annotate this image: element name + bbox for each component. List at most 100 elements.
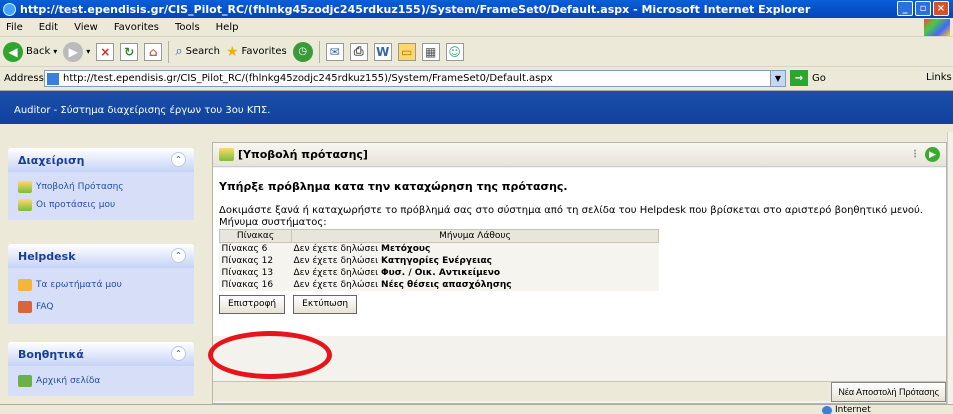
button-row: Επιστροφή Εκτύπωση <box>219 294 946 314</box>
table-row: Πίνακας 6 Δεν έχετε δηλώσει Μετόχους <box>220 243 659 255</box>
back-button[interactable]: ◀ Back ▾ <box>3 41 58 62</box>
panel-title: Helpdesk <box>18 249 76 263</box>
chevron-down-icon: ▾ <box>86 47 91 56</box>
research-icon[interactable]: ▦ <box>421 42 440 61</box>
search-icon: ⌕ <box>175 44 183 59</box>
panel-body: Αρχική σελίδα <box>8 366 194 396</box>
menu-view[interactable]: View <box>74 22 98 33</box>
table-cell: Πίνακας 16 <box>221 279 274 290</box>
go-label: Go <box>812 72 826 84</box>
messenger-icon[interactable]: ☺ <box>445 42 464 61</box>
print-icon[interactable]: ⎙ <box>349 42 368 61</box>
table-cell: Δεν έχετε δηλώσει Μετόχους <box>292 243 659 255</box>
menu-bar: File Edit View Favorites Tools Help <box>0 18 953 37</box>
home-page-icon <box>18 375 32 387</box>
error-item: Φυσ. / Οικ. Αντικείμενο <box>381 267 501 278</box>
refresh-icon[interactable]: ↻ <box>120 42 139 61</box>
error-prefix: Δεν έχετε δηλώσει <box>293 279 382 290</box>
forward-nav-icon[interactable]: ▶ <box>925 147 940 162</box>
globe-icon <box>822 405 832 414</box>
table-cell: Δεν έχετε δηλώσει Φυσ. / Οικ. Αντικείμεν… <box>292 267 659 279</box>
forward-arrow-icon: ▶ <box>63 41 84 62</box>
search-button[interactable]: ⌕ Search <box>175 44 220 59</box>
question-icon <box>18 279 32 291</box>
main-title: [Υποβολή πρότασης] <box>238 148 368 161</box>
stop-icon[interactable]: × <box>96 42 115 61</box>
sidebar: Διαχείριση ⌃ Υποβολή Πρότασης Οι προτάσε… <box>0 132 205 402</box>
print-button[interactable]: Εκτύπωση <box>293 294 358 314</box>
status-bar: Internet <box>0 404 953 414</box>
sidebar-item-faq[interactable]: FAQ <box>18 296 194 318</box>
table-header: Μήνυμα Λάθους <box>291 229 659 243</box>
app-header-text: Auditor - Σύστημα διαχείρισης έργων του … <box>14 105 271 116</box>
panel-header[interactable]: Βοηθητικά ⌃ <box>8 342 194 366</box>
table-header: Πίνακας <box>219 229 292 243</box>
menu-tools[interactable]: Tools <box>175 22 200 33</box>
table-row: Πίνακας 12 Δεν έχετε δηλώσει Κατηγορίες … <box>220 255 659 267</box>
sidebar-item-my-questions[interactable]: Τα ερωτήματά μου <box>18 274 194 296</box>
links-button[interactable]: Links <box>926 72 952 83</box>
sidebar-item-label: Οι προτάσεις μου <box>36 200 116 210</box>
favorites-button[interactable]: ★ Favorites <box>226 44 287 60</box>
chevron-down-icon: ▾ <box>53 47 58 56</box>
panel-helpdesk: Helpdesk ⌃ Τα ερωτήματά μου FAQ <box>8 244 194 324</box>
sidebar-item-label: Τα ερωτήματά μου <box>36 280 122 290</box>
system-message-label: Μήνυμα συστήματος: <box>219 217 327 228</box>
collapse-icon[interactable]: ⌃ <box>171 346 186 361</box>
menu-file[interactable]: File <box>6 22 23 33</box>
error-table: Πίνακας Μήνυμα Λάθους Πίνακας 6 Δεν έχετ… <box>219 229 659 291</box>
sidebar-item-submit-proposal[interactable]: Υποβολή Πρότασης <box>18 178 194 196</box>
sidebar-item-label: Αρχική σελίδα <box>36 376 101 386</box>
menu-favorites[interactable]: Favorites <box>114 22 159 33</box>
error-message: Δοκιμάστε ξανά ή καταχωρήστε το πρόβλημά… <box>219 205 923 216</box>
sidebar-item-home-page[interactable]: Αρχική σελίδα <box>18 372 194 390</box>
forward-button[interactable]: ▶ ▾ <box>63 41 91 62</box>
address-input[interactable]: http://test.ependisis.gr/CIS_Pilot_RC/(f… <box>44 70 786 87</box>
ie-icon <box>3 2 16 16</box>
table-cell: Πίνακας 12 <box>221 255 274 266</box>
sidebar-item-label: Υποβολή Πρότασης <box>36 182 124 192</box>
error-item: Μετόχους <box>381 243 431 254</box>
drag-handle-icon: ⋮ <box>910 149 920 160</box>
menu-help[interactable]: Help <box>216 22 239 33</box>
history-icon[interactable]: ◷ <box>292 41 313 62</box>
table-cell: Δεν έχετε δηλώσει Κατηγορίες Ενέργειας <box>292 255 659 267</box>
collapse-icon[interactable]: ⌃ <box>171 248 186 263</box>
error-prefix: Δεν έχετε δηλώσει <box>293 243 382 254</box>
collapse-icon[interactable]: ⌃ <box>171 152 186 167</box>
go-button[interactable]: → Go <box>790 70 826 86</box>
submit-proposal-icon <box>219 148 234 161</box>
menu-edit[interactable]: Edit <box>39 22 58 33</box>
close-button[interactable]: × <box>933 1 949 16</box>
panel-header[interactable]: Διαχείριση ⌃ <box>8 148 194 172</box>
panel-header[interactable]: Helpdesk ⌃ <box>8 244 194 268</box>
sidebar-item-my-proposals[interactable]: Οι προτάσεις μου <box>18 196 194 214</box>
address-url: http://test.ependisis.gr/CIS_Pilot_RC/(f… <box>63 73 553 84</box>
error-prefix: Δεν έχετε δηλώσει <box>293 255 382 266</box>
panel-auxiliary: Βοηθητικά ⌃ Αρχική σελίδα <box>8 342 194 396</box>
minimize-button[interactable]: _ <box>897 1 913 16</box>
zone-label: Internet <box>835 405 871 414</box>
window-titlebar: http://test.ependisis.gr/CIS_Pilot_RC/(f… <box>0 0 953 18</box>
folder-icon[interactable]: ▭ <box>397 42 416 61</box>
sidebar-item-label: FAQ <box>36 302 54 312</box>
scrollbar[interactable] <box>947 132 953 404</box>
mail-icon[interactable]: ✉ <box>325 42 344 61</box>
app-header: Auditor - Σύστημα διαχείρισης έργων του … <box>0 91 953 132</box>
address-label: Address <box>4 73 44 84</box>
proposals-icon <box>18 199 32 211</box>
maximize-button[interactable]: ▫ <box>915 1 931 16</box>
table-row: Πίνακας 13 Δεν έχετε δηλώσει Φυσ. / Οικ.… <box>220 267 659 279</box>
error-item: Νέες θέσεις απασχόλησης <box>381 279 512 290</box>
edit-icon[interactable]: W <box>373 42 392 61</box>
table-cell: Πίνακας 6 <box>221 243 268 254</box>
home-icon[interactable]: ⌂ <box>144 42 163 61</box>
table-row: Πίνακας 16 Δεν έχετε δηλώσει Νέες θέσεις… <box>220 279 659 291</box>
panel-body: Υποβολή Πρότασης Οι προτάσεις μου <box>8 172 194 220</box>
window-title: http://test.ependisis.gr/CIS_Pilot_RC/(f… <box>20 2 811 16</box>
panel-title: Βοηθητικά <box>18 347 84 361</box>
back-submit-button[interactable]: Επιστροφή <box>219 294 286 314</box>
new-proposal-button[interactable]: Νέα Αποστολή Πρότασης <box>831 382 946 402</box>
table-cell: Δεν έχετε δηλώσει Νέες θέσεις απασχόληση… <box>292 279 659 291</box>
address-dropdown-icon[interactable]: ▼ <box>770 71 785 86</box>
